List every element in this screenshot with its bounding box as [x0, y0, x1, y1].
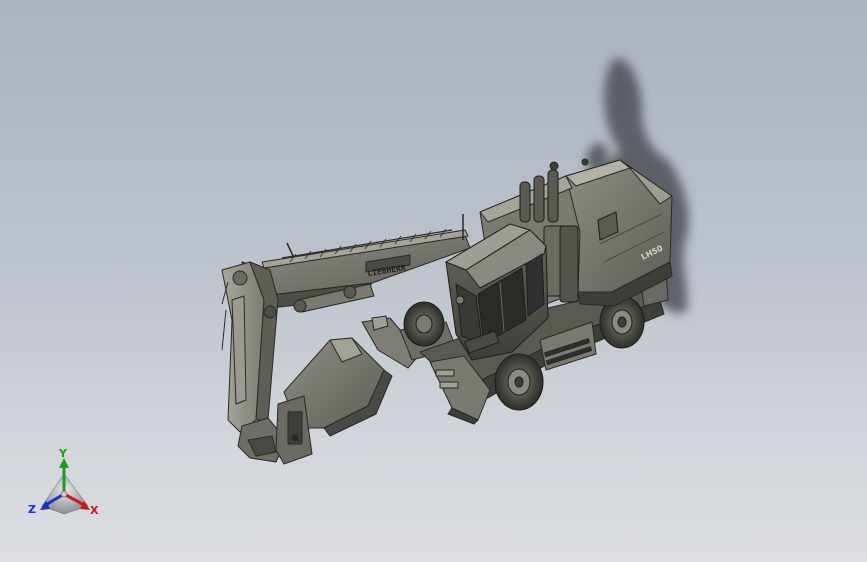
orientation-triad[interactable]: Y X Z	[28, 447, 108, 524]
wheel-rear-left	[403, 301, 445, 347]
triad-x-label: X	[90, 504, 99, 517]
graphics-viewport[interactable]: LIEBHERR LH50 Y X Z	[0, 0, 867, 562]
triad-z-label: Z	[28, 503, 36, 516]
front-blade	[275, 337, 393, 465]
stick	[221, 261, 279, 440]
triad-y-label: Y	[59, 447, 67, 460]
excavator-model[interactable]: LIEBHERR LH50	[0, 0, 867, 562]
wheel-front-left	[494, 353, 544, 411]
